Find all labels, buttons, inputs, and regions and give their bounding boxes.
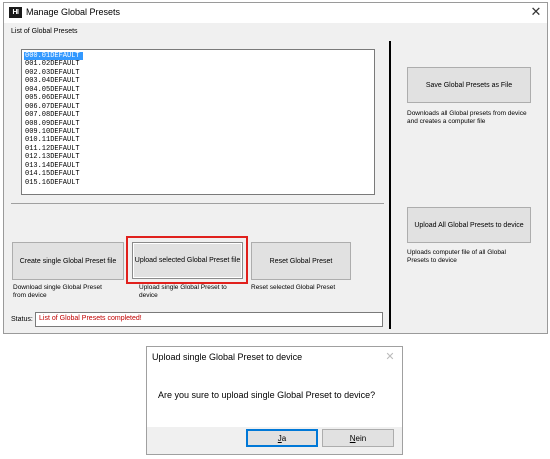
save-all-description: Downloads all Global presets from device… [407, 110, 527, 125]
preset-list-item[interactable]: 004.05DEFAULT [24, 86, 374, 94]
preset-list-item[interactable]: 002.03DEFAULT [24, 69, 374, 77]
horizontal-divider [11, 203, 384, 204]
no-button[interactable]: Nein [322, 429, 394, 447]
window-title: Manage Global Presets [26, 7, 121, 17]
dialog-title: Upload single Global Preset to device [152, 352, 303, 362]
status-label: Status: [11, 316, 33, 323]
preset-list-item[interactable]: 007.08DEFAULT [24, 111, 374, 119]
save-global-presets-button[interactable]: Save Global Presets as File [407, 67, 531, 103]
title-bar: HI Manage Global Presets ✕ [4, 3, 547, 23]
dialog-message: Are you sure to upload single Global Pre… [158, 390, 376, 400]
dialog-title-bar: Upload single Global Preset to device ✕ [147, 347, 402, 367]
preset-list-item[interactable]: 000.01DEFAULT [24, 52, 83, 61]
upload-selected-description: Upload single Global Preset to device [139, 284, 227, 299]
preset-list-item[interactable]: 008.09DEFAULT [24, 120, 374, 128]
reset-preset-button[interactable]: Reset Global Preset [251, 242, 351, 280]
confirm-dialog: Upload single Global Preset to device ✕ … [146, 346, 403, 455]
app-icon: HI [9, 7, 22, 18]
preset-list-item[interactable]: 009.10DEFAULT [24, 128, 374, 136]
global-presets-list[interactable]: 000.01DEFAULT 001.02DEFAULT 002.03DEFAULT 0… [21, 49, 375, 195]
upload-selected-preset-button[interactable]: Upload selected Global Preset file [132, 242, 243, 279]
preset-list-item[interactable]: 003.04DEFAULT [24, 77, 374, 85]
preset-list-item[interactable]: 014.15DEFAULT [24, 170, 374, 178]
status-field: List of Global Presets completed! [35, 312, 383, 327]
preset-list-item[interactable]: 006.07DEFAULT [24, 103, 374, 111]
yes-button[interactable]: Ja [246, 429, 318, 447]
vertical-separator [389, 41, 391, 329]
upload-all-presets-button[interactable]: Upload All Global Presets to device [407, 207, 531, 243]
preset-list-item[interactable]: 015.16DEFAULT [24, 179, 374, 187]
dialog-close-icon[interactable]: ✕ [383, 350, 397, 364]
manage-global-presets-window: HI Manage Global Presets ✕ List of Globa… [3, 2, 548, 334]
create-single-description: Download single Global Preset from devic… [13, 284, 102, 299]
preset-list-item[interactable]: 005.06DEFAULT [24, 94, 374, 102]
preset-list-item[interactable]: 010.11DEFAULT [24, 136, 374, 144]
create-single-preset-button[interactable]: Create single Global Preset file [12, 242, 124, 280]
preset-list-item[interactable]: 011.12DEFAULT [24, 145, 374, 153]
preset-list-item[interactable]: 013.14DEFAULT [24, 162, 374, 170]
yes-label: a [281, 433, 287, 443]
preset-list-item[interactable]: 001.02DEFAULT [24, 60, 374, 68]
close-icon[interactable]: ✕ [528, 4, 544, 20]
upload-all-description: Uploads computer file of all Global Pres… [407, 249, 506, 264]
preset-list-item[interactable]: 012.13DEFAULT [24, 153, 374, 161]
reset-description: Reset selected Global Preset [251, 284, 336, 291]
no-label: ein [355, 433, 367, 443]
list-label: List of Global Presets [11, 28, 78, 35]
dialog-body: Are you sure to upload single Global Pre… [147, 367, 402, 427]
